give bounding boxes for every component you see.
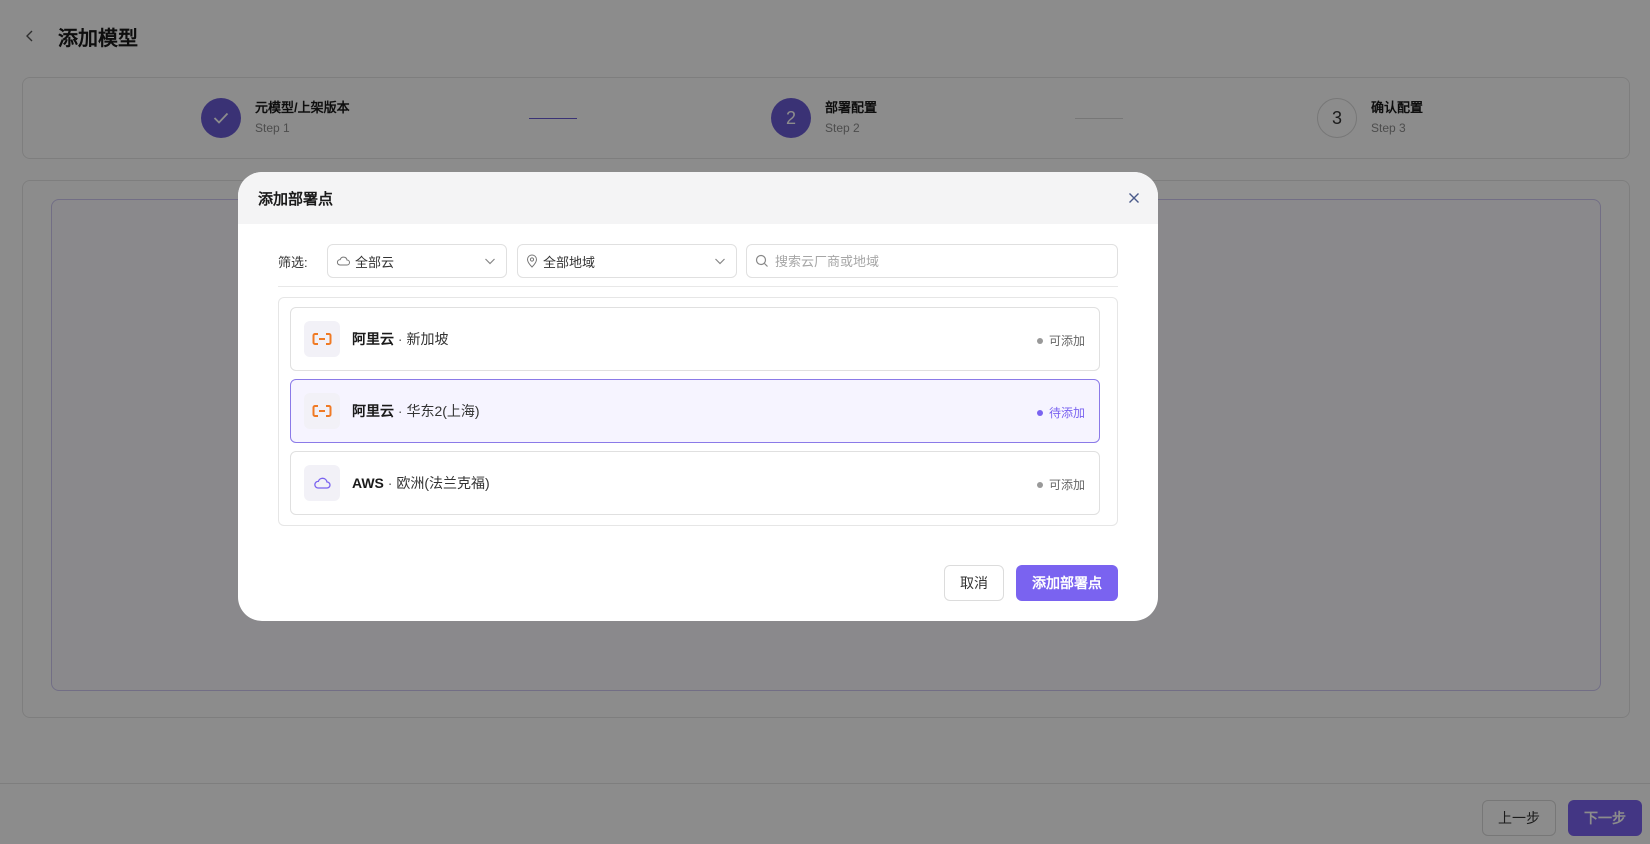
add-deployment-point-dialog: 添加部署点 筛选: 全部云 全部地域 搜索云厂商或地域 阿里云 · 新加坡 可添… (238, 172, 1158, 621)
search-input[interactable] (775, 253, 1095, 269)
status-dot (1036, 409, 1043, 416)
item-name: AWS · 欧洲(法兰克福) (352, 473, 490, 493)
status-dot (1036, 481, 1043, 488)
search-icon (755, 254, 769, 268)
item-separator: · (394, 403, 407, 419)
list-item-aliyun-singapore[interactable]: 阿里云 · 新加坡 可添加 (290, 307, 1100, 371)
item-region: 华东2(上海) (406, 403, 480, 419)
item-separator: · (383, 475, 397, 491)
item-name: 阿里云 · 华东2(上海) (352, 401, 480, 421)
region-filter-select[interactable]: 全部地域 (517, 244, 737, 278)
add-deployment-point-button[interactable]: 添加部署点 (1016, 565, 1118, 601)
cancel-button[interactable]: 取消 (944, 565, 1004, 601)
aliyun-icon (304, 321, 340, 357)
filter-row: 筛选: 全部云 全部地域 (278, 244, 1118, 278)
divider (278, 286, 1118, 287)
dialog-header: 添加部署点 (238, 172, 1158, 224)
status-badge: 待添加 (1036, 404, 1085, 421)
close-button[interactable] (1124, 188, 1144, 208)
item-name: 阿里云 · 新加坡 (352, 329, 448, 349)
search-field[interactable] (746, 244, 1118, 278)
item-provider: 阿里云 (352, 403, 394, 419)
cloud-icon (336, 256, 350, 266)
dialog-title: 添加部署点 (258, 190, 334, 208)
item-provider: 阿里云 (352, 331, 394, 347)
item-provider: AWS (352, 475, 384, 491)
status-badge: 可添加 (1036, 476, 1085, 493)
list-item-aws-frankfurt[interactable]: AWS · 欧洲(法兰克福) 可添加 (290, 451, 1100, 515)
deployment-point-list: 阿里云 · 新加坡 可添加 阿里云 · 华东2(上海) 待添加 AWS · 欧洲… (278, 297, 1118, 526)
cloud-icon (304, 465, 340, 501)
status-dot (1036, 337, 1043, 344)
region-filter-value: 全部地域 (543, 254, 596, 270)
status-text: 可添加 (1048, 334, 1085, 348)
location-pin-icon (526, 254, 538, 268)
status-text: 待添加 (1048, 406, 1085, 420)
filter-label: 筛选: (278, 255, 308, 270)
item-region: 欧洲(法兰克福) (396, 475, 490, 491)
chevron-down-icon (714, 255, 726, 270)
cloud-filter-select[interactable]: 全部云 (327, 244, 507, 278)
item-region: 新加坡 (406, 331, 449, 347)
status-badge: 可添加 (1036, 332, 1085, 349)
close-icon (1129, 193, 1139, 203)
list-item-aliyun-shanghai[interactable]: 阿里云 · 华东2(上海) 待添加 (290, 379, 1100, 443)
status-text: 可添加 (1048, 478, 1085, 492)
cloud-filter-value: 全部云 (355, 254, 395, 270)
aliyun-icon (304, 393, 340, 429)
item-separator: · (394, 331, 407, 347)
chevron-down-icon (484, 255, 496, 270)
